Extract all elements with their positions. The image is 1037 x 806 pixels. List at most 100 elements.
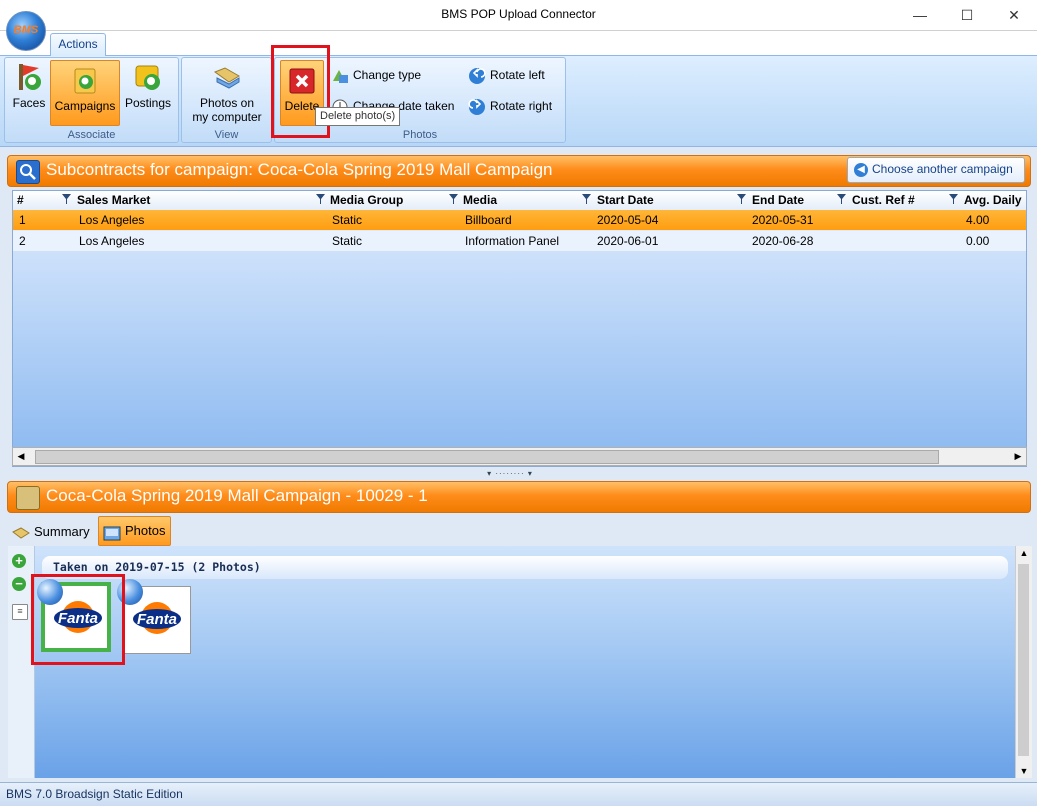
photos-on-computer-button[interactable]: Photos on my computer bbox=[186, 62, 268, 124]
back-arrow-icon: ◀ bbox=[854, 162, 868, 177]
tab-photos-label: Photos bbox=[125, 523, 166, 538]
avg-daily-cell: 4.00 bbox=[966, 213, 990, 227]
tab-actions[interactable]: Actions bbox=[50, 33, 106, 56]
change-type-button[interactable]: Change type bbox=[331, 65, 421, 85]
window-title: BMS POP Upload Connector bbox=[441, 7, 596, 21]
photo-group-header: Taken on 2019-07-15 (2 Photos) bbox=[42, 556, 1008, 579]
photo-vertical-scrollbar[interactable]: ▲ ▼ bbox=[1015, 546, 1032, 778]
associate-group: Faces Campaigns Postings Associate bbox=[4, 57, 179, 143]
folder-icon bbox=[16, 486, 40, 510]
campaign-header: Coca-Cola Spring 2019 Mall Campaign - 10… bbox=[7, 481, 1031, 513]
summary-icon bbox=[12, 524, 30, 539]
filter-icon[interactable] bbox=[62, 194, 71, 204]
sales-market-cell: Los Angeles bbox=[79, 234, 145, 248]
subcontracts-title: Subcontracts for campaign: Coca-Cola Spr… bbox=[46, 160, 553, 179]
rotate-left-icon bbox=[468, 67, 486, 85]
maximize-button[interactable]: ☐ bbox=[944, 0, 990, 30]
table-row[interactable]: 1 Los Angeles Static Billboard 2020-05-0… bbox=[13, 210, 1026, 230]
row-number: 1 bbox=[19, 213, 26, 227]
table-row[interactable]: 2 Los Angeles Static Information Panel 2… bbox=[13, 231, 1026, 251]
ribbon-tab-strip bbox=[0, 31, 1037, 55]
grid-header: # Sales Market Media Group Media Start D… bbox=[13, 191, 1026, 211]
scroll-up-arrow-icon[interactable]: ▲ bbox=[1016, 548, 1032, 558]
end-date-cell: 2020-05-31 bbox=[752, 213, 814, 227]
rotate-left-button[interactable]: Rotate left bbox=[468, 65, 545, 85]
subcontracts-grid: # Sales Market Media Group Media Start D… bbox=[12, 190, 1027, 467]
photos-on-label-line2: my computer bbox=[192, 110, 262, 124]
filter-icon[interactable] bbox=[837, 194, 846, 204]
campaigns-button[interactable]: Campaigns bbox=[50, 60, 120, 126]
filter-icon[interactable] bbox=[582, 194, 591, 204]
scroll-right-arrow-icon[interactable]: ▶ bbox=[1010, 448, 1026, 465]
scroll-thumb[interactable] bbox=[1018, 564, 1029, 756]
delete-tooltip: Delete photo(s) bbox=[315, 107, 401, 126]
start-date-cell: 2020-05-04 bbox=[597, 213, 659, 227]
close-button[interactable]: ✕ bbox=[991, 0, 1037, 30]
grid-horizontal-scrollbar[interactable]: ◀ ▶ bbox=[12, 447, 1027, 466]
photos-tab-icon bbox=[103, 523, 121, 541]
add-photo-icon[interactable]: + bbox=[12, 554, 26, 568]
tab-summary-label: Summary bbox=[34, 524, 90, 539]
media-cell: Information Panel bbox=[465, 234, 560, 248]
logo-text: BMS bbox=[13, 24, 39, 36]
media-group-cell: Static bbox=[332, 234, 363, 248]
fanta-logo-icon: Fanta bbox=[133, 602, 181, 634]
start-date-cell: 2020-06-01 bbox=[597, 234, 659, 248]
column-header-avg-daily[interactable]: Avg. Daily bbox=[964, 193, 1022, 207]
rotate-right-button[interactable]: Rotate right bbox=[468, 96, 552, 116]
column-header-media-group[interactable]: Media Group bbox=[330, 193, 403, 207]
filter-icon[interactable] bbox=[449, 194, 458, 204]
postings-button[interactable]: Postings bbox=[122, 62, 174, 122]
row-number: 2 bbox=[19, 234, 26, 248]
avg-daily-cell: 0.00 bbox=[966, 234, 990, 248]
end-date-cell: 2020-06-28 bbox=[752, 234, 814, 248]
change-type-icon bbox=[331, 67, 349, 85]
filter-icon[interactable] bbox=[737, 194, 746, 204]
photos-folder-icon bbox=[211, 62, 243, 94]
associate-group-label: Associate bbox=[67, 129, 116, 141]
rotate-left-label: Rotate left bbox=[490, 68, 545, 82]
campaigns-label: Campaigns bbox=[54, 99, 116, 113]
faces-button[interactable]: Faces bbox=[9, 62, 49, 122]
scroll-left-arrow-icon[interactable]: ◀ bbox=[13, 448, 29, 465]
photo-group-label: Taken on 2019-07-15 (2 Photos) bbox=[53, 560, 261, 574]
filter-icon[interactable] bbox=[316, 194, 325, 204]
sales-market-cell: Los Angeles bbox=[79, 213, 145, 227]
column-header-number[interactable]: # bbox=[17, 193, 24, 207]
column-header-media[interactable]: Media bbox=[463, 193, 497, 207]
status-bar: BMS 7.0 Broadsign Static Edition bbox=[0, 782, 1037, 806]
change-type-label: Change type bbox=[353, 68, 422, 82]
scroll-thumb[interactable] bbox=[35, 450, 939, 464]
column-header-end-date[interactable]: End Date bbox=[752, 193, 804, 207]
scroll-down-arrow-icon[interactable]: ▼ bbox=[1016, 766, 1032, 776]
rotate-right-icon bbox=[468, 98, 486, 116]
highlight-selected-photo bbox=[31, 574, 125, 665]
rotate-right-label: Rotate right bbox=[490, 99, 553, 113]
campaign-title: Coca-Cola Spring 2019 Mall Campaign - 10… bbox=[46, 486, 428, 505]
campaigns-icon bbox=[69, 65, 101, 97]
app-logo[interactable]: BMS bbox=[6, 11, 46, 51]
faces-icon bbox=[13, 62, 45, 94]
column-header-sales-market[interactable]: Sales Market bbox=[77, 193, 150, 207]
postings-icon bbox=[132, 62, 164, 94]
media-cell: Billboard bbox=[465, 213, 512, 227]
document-icon[interactable]: ≡ bbox=[12, 604, 28, 620]
media-group-cell: Static bbox=[332, 213, 363, 227]
column-header-start-date[interactable]: Start Date bbox=[597, 193, 654, 207]
logo-text: Fanta bbox=[137, 611, 177, 628]
tab-photos[interactable]: Photos bbox=[98, 516, 171, 546]
choose-campaign-label: Choose another campaign bbox=[872, 162, 1013, 176]
column-header-cust-ref[interactable]: Cust. Ref # bbox=[852, 193, 915, 207]
minimize-button[interactable]: — bbox=[897, 0, 943, 30]
photo-area bbox=[8, 546, 1030, 778]
panel-splitter[interactable]: ▾ ········ ▾ bbox=[480, 469, 540, 478]
view-group-label: View bbox=[214, 129, 239, 141]
photos-on-label-line1: Photos on bbox=[199, 96, 255, 110]
remove-photo-icon[interactable]: − bbox=[12, 577, 26, 591]
postings-label: Postings bbox=[124, 96, 172, 110]
filter-icon[interactable] bbox=[949, 194, 958, 204]
status-text: BMS 7.0 Broadsign Static Edition bbox=[6, 787, 183, 801]
faces-label: Faces bbox=[12, 96, 46, 110]
choose-another-campaign-button[interactable]: ◀ Choose another campaign bbox=[847, 157, 1025, 183]
view-group: Photos on my computer View bbox=[181, 57, 272, 143]
